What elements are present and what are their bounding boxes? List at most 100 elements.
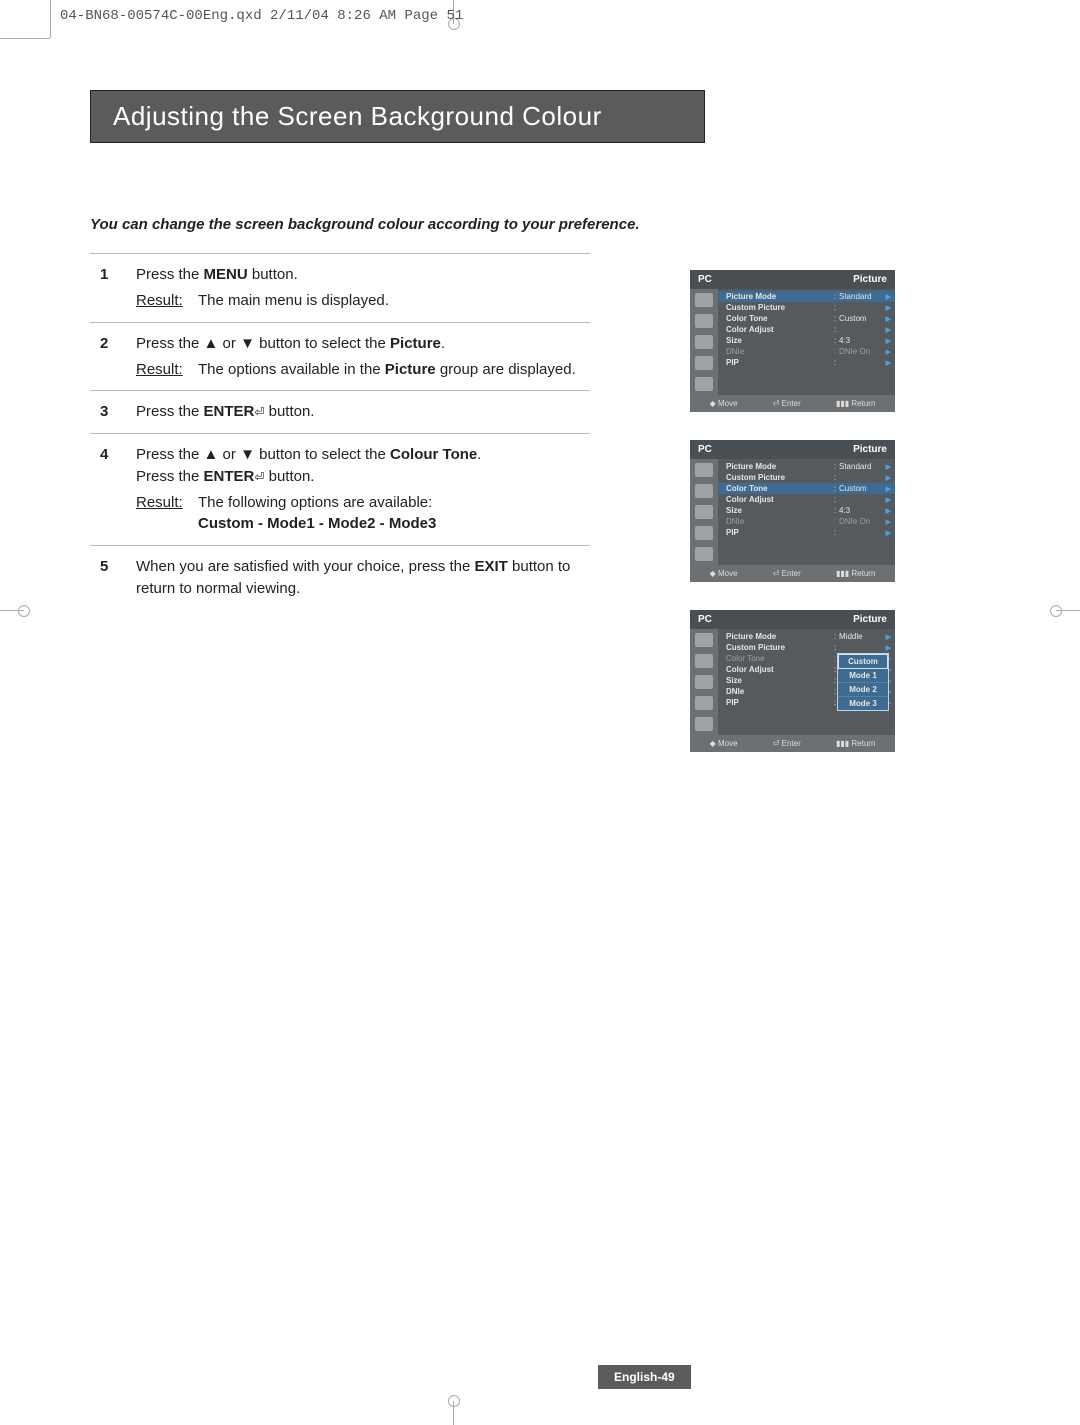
osd-hint-move: ◆ Move (710, 739, 738, 748)
osd-sep: : (831, 484, 839, 493)
osd-category-icon (695, 696, 713, 710)
chevron-right-icon: ▶ (886, 293, 891, 301)
chevron-right-icon: ▶ (886, 485, 891, 493)
osd-key: Custom Picture (726, 643, 831, 652)
chevron-right-icon: ▶ (886, 348, 891, 356)
osd-category-icon (695, 377, 713, 391)
osd-sep: : (831, 495, 839, 504)
osd-hint-move: ◆ Move (710, 399, 738, 408)
step-body: When you are satisfied with your choice,… (136, 556, 590, 600)
crop-mark (50, 0, 51, 38)
osd-list: Picture Mode:Middle▶Custom Picture:▶ Colo… (718, 629, 895, 735)
osd-row: DNIe:DNIe On▶ (718, 346, 895, 357)
osd-panel: PCPicture Picture Mode:Standard▶Custom Pi… (690, 440, 895, 582)
osd-row: Picture Mode:Standard▶ (718, 291, 895, 302)
osd-sep: : (831, 303, 839, 312)
osd-footer: ◆ Move⏎ Enter▮▮▮ Return (690, 735, 895, 750)
osd-dropdown: CustomMode 1Mode 2Mode 3 (837, 653, 889, 711)
osd-value: Middle (839, 632, 889, 641)
page-number: English-49 (598, 1365, 691, 1389)
osd-dropdown-item: Mode 3 (838, 697, 888, 710)
intro-text: You can change the screen background col… (90, 215, 820, 235)
osd-key: Color Adjust (726, 325, 831, 334)
osd-row: Color Adjust:▶ (718, 324, 895, 335)
osd-sep: : (831, 336, 839, 345)
osd-category-icon (695, 335, 713, 349)
osd-sep: : (831, 643, 839, 652)
osd-category-icon (695, 654, 713, 668)
osd-sep: : (831, 292, 839, 301)
page-title: Adjusting the Screen Background Colour (90, 90, 705, 143)
osd-icon-strip (690, 289, 718, 395)
osd-value: Custom (839, 484, 889, 493)
osd-row: DNIe:DNIe On▶ (718, 516, 895, 527)
osd-list: Picture Mode:Standard▶Custom Picture:▶Co… (718, 459, 895, 565)
reg-mark (1050, 605, 1062, 617)
osd-hint-return: ▮▮▮ Return (836, 739, 875, 748)
osd-category-icon (695, 484, 713, 498)
osd-body: Picture Mode:Standard▶Custom Picture:▶Co… (690, 289, 895, 395)
osd-key: Size (726, 506, 831, 515)
result-row: Result:The following options are availab… (136, 492, 590, 514)
osd-sep: : (831, 473, 839, 482)
osd-key: Size (726, 676, 831, 685)
result-label: Result: (136, 290, 198, 312)
osd-row: Size:4:3▶ (718, 505, 895, 516)
osd-sep: : (831, 506, 839, 515)
osd-category-icon (695, 314, 713, 328)
osd-row: PIP:▶ (718, 357, 895, 368)
step-line: When you are satisfied with your choice,… (136, 556, 590, 600)
osd-row: Picture Mode:Standard▶ (718, 461, 895, 472)
osd-sep: : (831, 632, 839, 641)
osd-row: Custom Picture:▶ (718, 302, 895, 313)
osd-column: PCPicturePicture Mode:Standard▶Custom Pi… (690, 270, 900, 780)
crop-mark (0, 38, 50, 39)
osd-row: Custom Picture:▶ (718, 642, 895, 653)
result-text: The following options are available: (198, 492, 590, 514)
result-options: Custom - Mode1 - Mode2 - Mode3 (198, 513, 590, 535)
osd-value: Standard (839, 462, 889, 471)
osd-dropdown-item: Mode 1 (838, 669, 888, 683)
osd-row: Color Tone:Custom▶ (718, 483, 895, 494)
chevron-right-icon: ▶ (886, 304, 891, 312)
osd-category-icon (695, 547, 713, 561)
step-number: 5 (90, 556, 136, 600)
osd-key: DNIe (726, 517, 831, 526)
osd-hint-move: ◆ Move (710, 569, 738, 578)
osd-row: PIP:▶ (718, 527, 895, 538)
reg-mark (18, 605, 30, 617)
step: 5When you are satisfied with your choice… (90, 545, 590, 610)
osd-header: PCPicture (690, 440, 895, 459)
step-body: Press the ▲ or ▼ button to select the Co… (136, 444, 590, 535)
osd-key: Picture Mode (726, 632, 831, 641)
osd-key: Color Tone (726, 314, 831, 323)
step-number: 3 (90, 401, 136, 423)
osd-dropdown-item: Custom (838, 654, 888, 669)
step-number: 4 (90, 444, 136, 535)
osd-row: Picture Mode:Middle▶ (718, 631, 895, 642)
osd-key: Color Adjust (726, 665, 831, 674)
osd-key: Color Adjust (726, 495, 831, 504)
osd-category-icon (695, 633, 713, 647)
osd-hint-enter: ⏎ Enter (773, 569, 801, 578)
step-body: Press the ▲ or ▼ button to select the Pi… (136, 333, 590, 381)
osd-sep: : (831, 325, 839, 334)
osd-title: Picture (853, 274, 887, 285)
osd-footer: ◆ Move⏎ Enter▮▮▮ Return (690, 395, 895, 410)
osd-row: Color Tone:Custom▶ (718, 313, 895, 324)
osd-key: DNIe (726, 687, 831, 696)
chevron-right-icon: ▶ (886, 359, 891, 367)
osd-category-icon (695, 675, 713, 689)
osd-source: PC (698, 274, 712, 285)
osd-row: Custom Picture:▶ (718, 472, 895, 483)
osd-header: PC Picture (690, 270, 895, 289)
osd-category-icon (695, 526, 713, 540)
osd-key: Custom Picture (726, 473, 831, 482)
step-number: 2 (90, 333, 136, 381)
osd-sep: : (831, 517, 839, 526)
step-number: 1 (90, 264, 136, 312)
result-row: Result:The options available in the Pict… (136, 359, 590, 381)
step-body: Press the ENTER⏎ button. (136, 401, 590, 423)
osd-key: Picture Mode (726, 292, 831, 301)
osd-icon-strip (690, 459, 718, 565)
